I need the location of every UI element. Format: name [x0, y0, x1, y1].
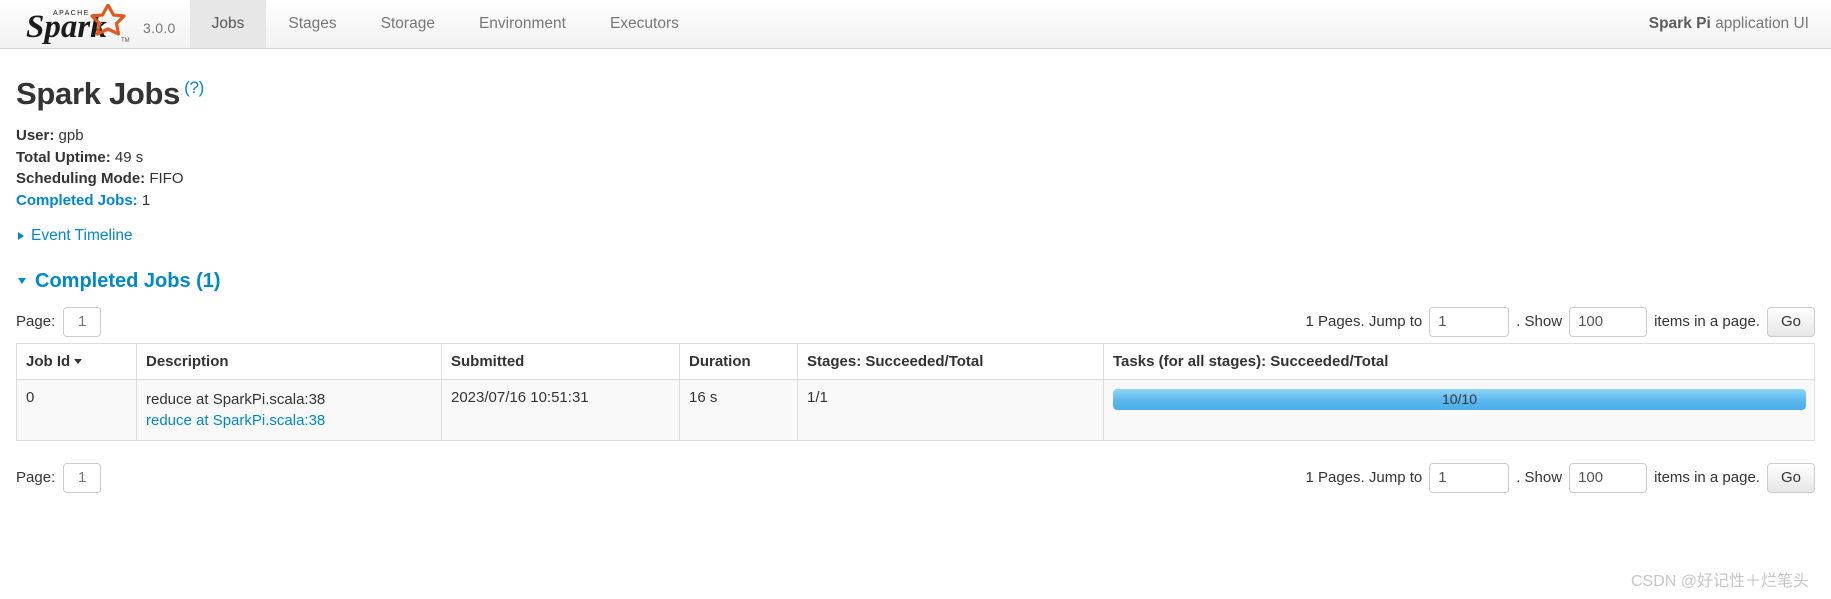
summary-label-completed-jobs[interactable]: Completed Jobs:	[16, 192, 138, 209]
summary-label-total-uptime: Total Uptime:	[16, 148, 111, 166]
summary-value-scheduling-mode: FIFO	[145, 170, 184, 188]
pagination-bottom-left: Page: 1	[16, 462, 102, 493]
cell-description: reduce at SparkPi.scala:38 reduce at Spa…	[136, 379, 442, 441]
jump-to-page-input-bottom[interactable]	[1429, 462, 1510, 493]
nav-item-executors[interactable]: Executors	[588, 0, 701, 48]
cell-submitted: 2023/07/16 10:51:31	[441, 379, 680, 441]
cell-stages: 1/1	[797, 379, 1104, 441]
go-button-bottom[interactable]: Go	[1766, 462, 1815, 493]
page-title: Spark Jobs (?)	[16, 76, 1815, 111]
pagination-top: Page: 1 1 Pages. Jump to . Show items in…	[16, 306, 1815, 337]
event-timeline-toggle[interactable]: Event Timeline	[18, 227, 133, 245]
page-label-bottom: Page:	[16, 469, 56, 487]
main-nav: Jobs Stages Storage Environment Executor…	[189, 0, 701, 48]
completed-jobs-section-label: Completed Jobs (1)	[35, 269, 221, 292]
table-row: 0 reduce at SparkPi.scala:38 reduce at S…	[16, 379, 1815, 441]
summary-item-completed-jobs: Completed Jobs: 1	[16, 190, 1815, 212]
page-label-top: Page:	[16, 313, 56, 331]
column-header-stages[interactable]: Stages: Succeeded/Total	[797, 342, 1104, 380]
help-icon[interactable]: (?)	[184, 78, 204, 97]
pagination-top-right: 1 Pages. Jump to . Show items in a page.…	[1305, 306, 1815, 337]
tasks-progress-bar: 10/10	[1113, 388, 1806, 410]
event-timeline-label: Event Timeline	[31, 227, 133, 245]
page-content: Spark Jobs (?) User: gpb Total Uptime: 49…	[0, 76, 1831, 493]
caret-down-icon	[18, 278, 26, 285]
event-timeline-row: Event Timeline	[18, 227, 1815, 245]
column-header-description[interactable]: Description	[136, 342, 442, 380]
application-title: Spark Pi application UI	[1649, 15, 1809, 33]
navbar: Spark APACHE TM 3.0.0 Jobs Stages Storag…	[0, 0, 1831, 49]
job-description-link[interactable]: reduce at SparkPi.scala:38	[146, 410, 433, 431]
page-title-text: Spark Jobs	[16, 76, 181, 111]
pagination-bottom: Page: 1 1 Pages. Jump to . Show items in…	[16, 462, 1815, 493]
job-description-text: reduce at SparkPi.scala:38	[146, 390, 326, 408]
job-summary-list: User: gpb Total Uptime: 49 s Scheduling …	[16, 125, 1815, 211]
caret-right-icon	[18, 232, 24, 241]
cell-job-id: 0	[16, 379, 137, 441]
svg-text:TM: TM	[121, 38, 130, 44]
completed-jobs-table: Job Id Description Submitted Duration St…	[16, 342, 1815, 441]
go-button-top[interactable]: Go	[1766, 306, 1815, 337]
summary-value-user: gpb	[54, 127, 84, 145]
application-name: Spark Pi	[1648, 15, 1711, 32]
table-header-row: Job Id Description Submitted Duration St…	[16, 342, 1815, 380]
summary-label-user: User:	[16, 127, 55, 145]
tasks-progress-label: 10/10	[1441, 390, 1478, 407]
current-page-indicator-bottom[interactable]: 1	[63, 462, 102, 493]
application-title-suffix: application UI	[1710, 15, 1809, 32]
column-header-job-id-label: Job Id	[26, 352, 71, 370]
apache-spark-logo-icon: Spark APACHE TM	[26, 4, 134, 44]
summary-item-scheduling-mode: Scheduling Mode: FIFO	[16, 168, 1815, 190]
summary-label-scheduling-mode: Scheduling Mode:	[16, 170, 146, 188]
summary-item-user: User: gpb	[16, 125, 1815, 147]
watermark-text: CSDN @好记性＋烂笔头	[1630, 573, 1809, 590]
nav-item-jobs[interactable]: Jobs	[189, 0, 267, 48]
items-per-page-input-top[interactable]	[1569, 306, 1648, 337]
cell-duration: 16 s	[679, 379, 798, 441]
completed-jobs-section-header: Completed Jobs (1)	[18, 267, 1815, 293]
nav-item-stages[interactable]: Stages	[266, 0, 358, 48]
jump-to-page-input-top[interactable]	[1429, 306, 1510, 337]
completed-jobs-toggle[interactable]: Completed Jobs (1)	[18, 270, 221, 293]
pagination-top-left: Page: 1	[16, 306, 102, 337]
brand-logo-link[interactable]: Spark APACHE TM 3.0.0	[0, 0, 190, 48]
summary-value-total-uptime: 49 s	[110, 148, 144, 166]
items-in-page-text-top: items in a page.	[1654, 313, 1760, 331]
column-header-job-id[interactable]: Job Id	[16, 342, 137, 380]
current-page-indicator-top[interactable]: 1	[63, 306, 102, 337]
show-label-top: . Show	[1516, 313, 1563, 331]
column-header-tasks[interactable]: Tasks (for all stages): Succeeded/Total	[1103, 342, 1815, 380]
svg-text:APACHE: APACHE	[53, 10, 90, 17]
nav-item-storage[interactable]: Storage	[359, 0, 457, 48]
summary-item-total-uptime: Total Uptime: 49 s	[16, 147, 1815, 169]
cell-tasks: 10/10	[1103, 379, 1815, 441]
column-header-submitted[interactable]: Submitted	[441, 342, 680, 380]
nav-item-environment[interactable]: Environment	[457, 0, 588, 48]
items-in-page-text-bottom: items in a page.	[1654, 469, 1760, 487]
spark-version-label: 3.0.0	[143, 20, 176, 36]
summary-value-completed-jobs: 1	[137, 191, 151, 209]
pages-count-text-bottom: 1 Pages. Jump to	[1305, 469, 1423, 487]
column-header-duration[interactable]: Duration	[679, 342, 798, 380]
pagination-bottom-right: 1 Pages. Jump to . Show items in a page.…	[1305, 462, 1815, 493]
show-label-bottom: . Show	[1516, 469, 1563, 487]
pages-count-text-top: 1 Pages. Jump to	[1305, 313, 1423, 331]
items-per-page-input-bottom[interactable]	[1569, 462, 1648, 493]
sort-descending-icon	[74, 359, 83, 365]
